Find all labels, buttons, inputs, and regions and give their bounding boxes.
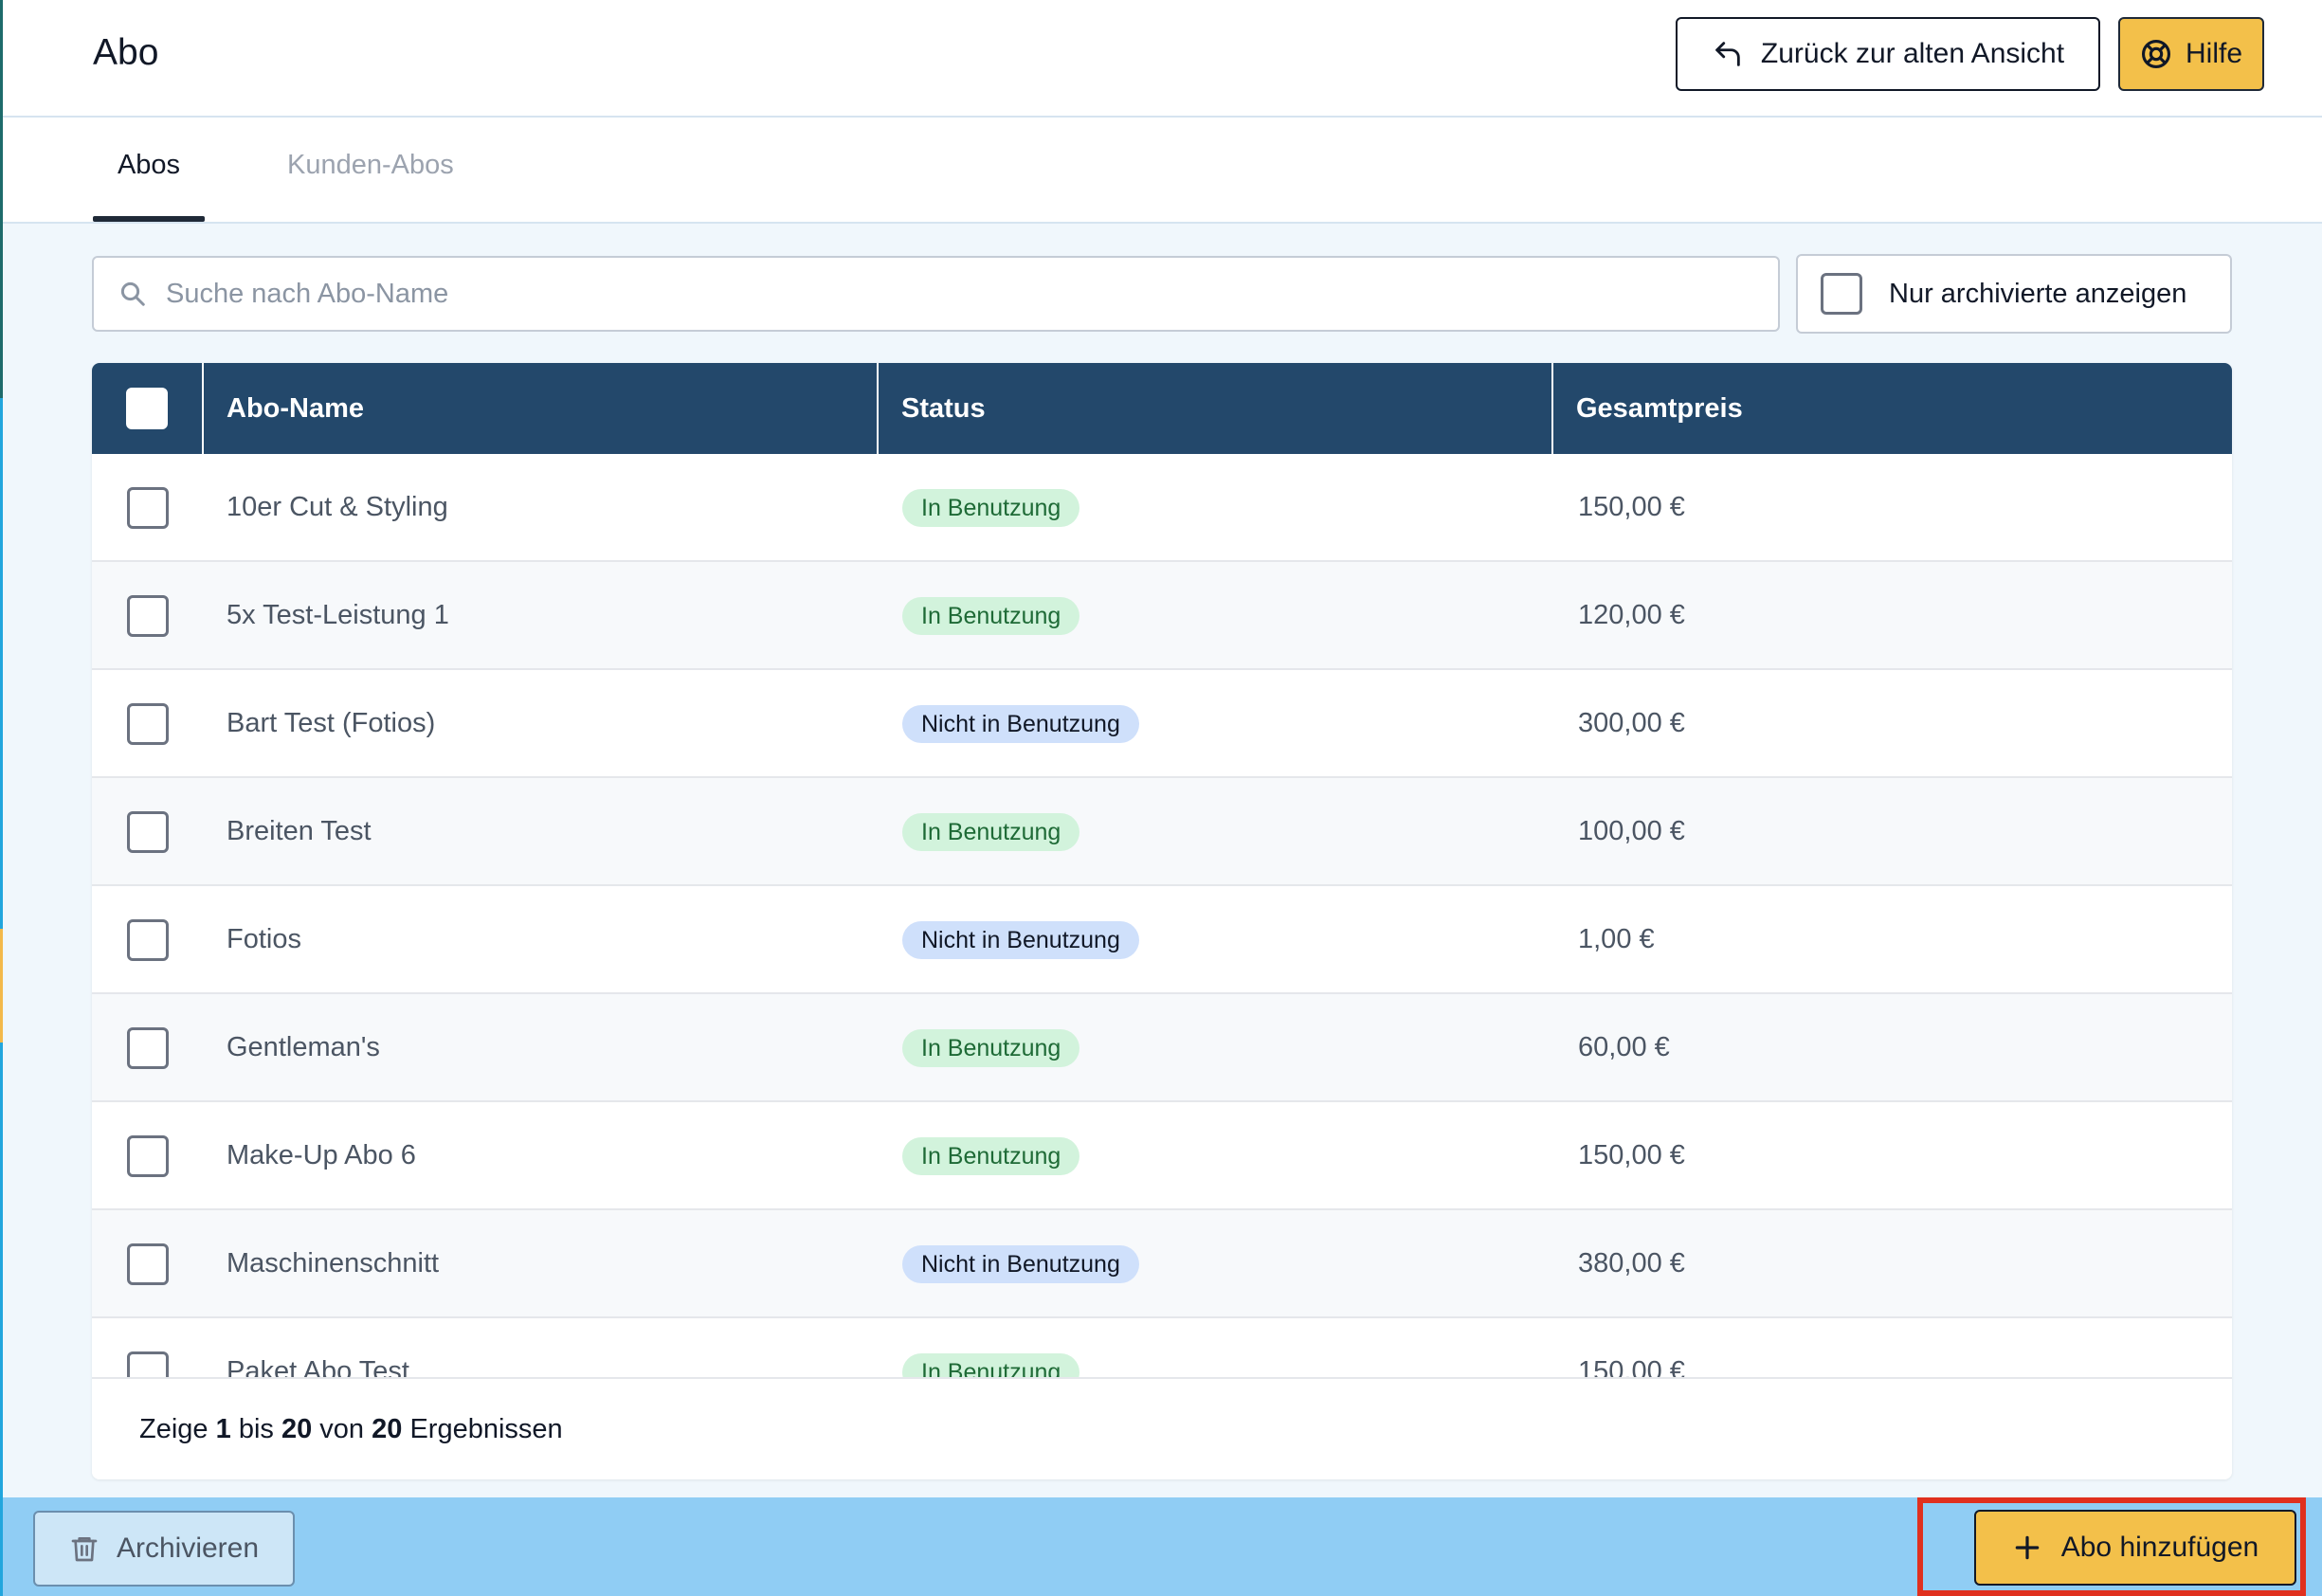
- status-badge: In Benutzung: [902, 1353, 1080, 1377]
- table-row[interactable]: Paket Abo Test In Benutzung 150,00 €: [92, 1318, 2232, 1377]
- archived-filter-toggle[interactable]: Nur archivierte anzeigen: [1796, 254, 2232, 334]
- left-edge-accent: [0, 929, 3, 1043]
- row-status-cell: In Benutzung: [902, 597, 1080, 635]
- search-icon: [120, 281, 145, 306]
- pagination-summary: Zeige 1 bis 20 von 20 Ergebnissen: [139, 1379, 563, 1479]
- back-button-label: Zurück zur alten Ansicht: [1760, 38, 2065, 69]
- status-badge: Nicht in Benutzung: [902, 705, 1139, 743]
- table-footer: Zeige 1 bis 20 von 20 Ergebnissen: [92, 1377, 2232, 1479]
- table-row[interactable]: Fotios Nicht in Benutzung 1,00 €: [92, 886, 2232, 994]
- table-row[interactable]: 5x Test-Leistung 1 In Benutzung 120,00 €: [92, 562, 2232, 670]
- row-checkbox[interactable]: [127, 811, 169, 853]
- row-total-price: 1,00 €: [1578, 924, 1655, 954]
- table-row[interactable]: 10er Cut & Styling In Benutzung 150,00 €: [92, 454, 2232, 562]
- archive-button[interactable]: Archivieren: [33, 1511, 295, 1587]
- page-title: Abo: [93, 32, 159, 73]
- pagination-to-word: bis: [238, 1414, 274, 1444]
- status-badge: Nicht in Benutzung: [902, 1245, 1139, 1283]
- archived-filter-label: Nur archivierte anzeigen: [1889, 278, 2187, 309]
- select-all-checkbox[interactable]: [126, 388, 168, 429]
- row-total-price: 300,00 €: [1578, 708, 1685, 738]
- row-status-cell: In Benutzung: [902, 1029, 1080, 1067]
- left-edge-strip: [0, 0, 3, 1596]
- row-checkbox[interactable]: [127, 1135, 169, 1177]
- row-total-price: 120,00 €: [1578, 600, 1685, 630]
- row-status-cell: In Benutzung: [902, 489, 1080, 527]
- add-button-label: Abo hinzufügen: [2060, 1532, 2259, 1563]
- row-checkbox[interactable]: [127, 1027, 169, 1069]
- row-status-cell: In Benutzung: [902, 813, 1080, 851]
- back-to-old-view-button[interactable]: Zurück zur alten Ansicht: [1676, 17, 2100, 91]
- column-header-price[interactable]: Gesamtpreis: [1553, 363, 2232, 454]
- row-abo-name: Bart Test (Fotios): [227, 708, 436, 738]
- tab-bar: Abos Kunden-Abos: [3, 118, 2322, 224]
- row-abo-name: Paket Abo Test: [227, 1356, 409, 1377]
- tab-abos[interactable]: Abos: [93, 150, 205, 222]
- archive-button-label: Archivieren: [116, 1533, 260, 1564]
- row-status-cell: In Benutzung: [902, 1353, 1080, 1377]
- pagination-total: 20: [372, 1414, 403, 1444]
- status-badge: In Benutzung: [902, 813, 1080, 851]
- status-badge: In Benutzung: [902, 597, 1080, 635]
- header-select-cell: [92, 363, 204, 454]
- help-button-label: Hilfe: [2185, 38, 2242, 69]
- row-abo-name: Breiten Test: [227, 816, 372, 846]
- row-checkbox[interactable]: [127, 703, 169, 745]
- search-field[interactable]: [92, 256, 1780, 332]
- table-row[interactable]: Maschinenschnitt Nicht in Benutzung 380,00…: [92, 1210, 2232, 1318]
- pagination-of-word: von: [319, 1414, 365, 1444]
- subscriptions-table: Abo-Name Status Gesamtpreis 10er Cut & S…: [92, 363, 2232, 1479]
- row-total-price: 150,00 €: [1578, 492, 1685, 522]
- table-row[interactable]: Bart Test (Fotios) Nicht in Benutzung 300,…: [92, 670, 2232, 778]
- status-badge: Nicht in Benutzung: [902, 921, 1139, 959]
- row-abo-name: Make-Up Abo 6: [227, 1140, 416, 1170]
- table-header: Abo-Name Status Gesamtpreis: [92, 363, 2232, 454]
- row-abo-name: Maschinenschnitt: [227, 1248, 440, 1279]
- pagination-from: 1: [215, 1414, 231, 1444]
- row-abo-name: Fotios: [227, 924, 301, 954]
- undo-arrow-icon: [1715, 42, 1740, 66]
- pagination-prefix: Zeige: [139, 1414, 209, 1444]
- row-total-price: 150,00 €: [1578, 1140, 1685, 1170]
- row-abo-name: 10er Cut & Styling: [227, 492, 448, 522]
- row-checkbox[interactable]: [127, 919, 169, 961]
- row-total-price: 60,00 €: [1578, 1032, 1670, 1062]
- plus-icon: [2015, 1535, 2040, 1560]
- row-status-cell: Nicht in Benutzung: [902, 1245, 1139, 1283]
- row-status-cell: In Benutzung: [902, 1137, 1080, 1175]
- table-row[interactable]: Make-Up Abo 6 In Benutzung 150,00 €: [92, 1102, 2232, 1210]
- bottom-action-bar: Archivieren Abo hinzufügen: [3, 1497, 2322, 1596]
- archived-filter-checkbox[interactable]: [1821, 273, 1862, 315]
- pagination-suffix: Ergebnissen: [409, 1414, 563, 1444]
- row-total-price: 150,00 €: [1578, 1356, 1685, 1377]
- status-badge: In Benutzung: [902, 1137, 1080, 1175]
- column-header-name[interactable]: Abo-Name: [204, 363, 879, 454]
- pagination-to: 20: [281, 1414, 313, 1444]
- tab-kunden-abos[interactable]: Kunden-Abos: [287, 150, 454, 181]
- row-status-cell: Nicht in Benutzung: [902, 921, 1139, 959]
- lifebuoy-icon: [2141, 39, 2171, 69]
- search-input[interactable]: [164, 277, 1732, 311]
- help-button[interactable]: Hilfe: [2118, 17, 2264, 91]
- column-header-status[interactable]: Status: [879, 363, 1553, 454]
- row-checkbox[interactable]: [127, 595, 169, 637]
- row-total-price: 100,00 €: [1578, 816, 1685, 846]
- row-checkbox[interactable]: [127, 1351, 169, 1377]
- table-body: 10er Cut & Styling In Benutzung 150,00 € 5x…: [92, 454, 2232, 1377]
- row-checkbox[interactable]: [127, 487, 169, 529]
- add-subscription-button[interactable]: Abo hinzufügen: [1974, 1510, 2296, 1586]
- table-row[interactable]: Gentleman's In Benutzung 60,00 €: [92, 994, 2232, 1102]
- page-header: Abo Zurück zur alten Ansicht Hilfe: [3, 0, 2322, 118]
- row-abo-name: Gentleman's: [227, 1032, 380, 1062]
- status-badge: In Benutzung: [902, 1029, 1080, 1067]
- row-abo-name: 5x Test-Leistung 1: [227, 600, 449, 630]
- trash-icon: [71, 1537, 98, 1562]
- table-row[interactable]: Breiten Test In Benutzung 100,00 €: [92, 778, 2232, 886]
- row-total-price: 380,00 €: [1578, 1248, 1685, 1279]
- status-badge: In Benutzung: [902, 489, 1080, 527]
- row-status-cell: Nicht in Benutzung: [902, 705, 1139, 743]
- row-checkbox[interactable]: [127, 1243, 169, 1285]
